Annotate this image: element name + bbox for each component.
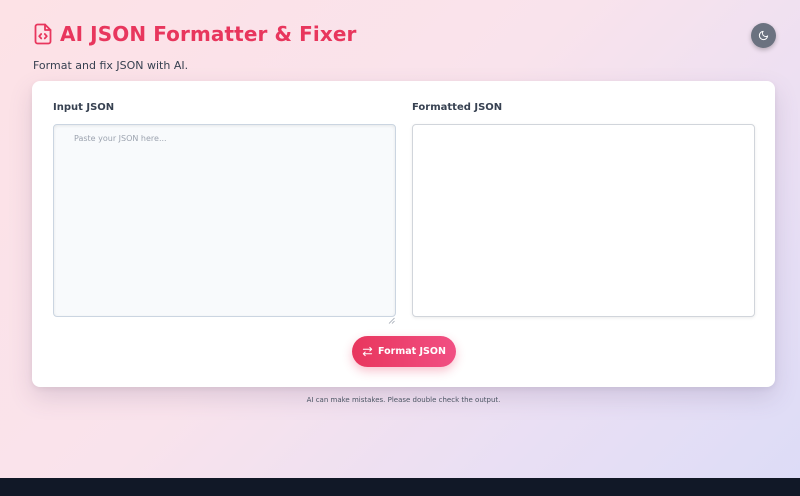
formatted-json-output[interactable] <box>412 124 755 317</box>
page-subtitle: Format and fix JSON with AI. <box>33 59 189 72</box>
json-input-field[interactable] <box>53 124 396 317</box>
ai-disclaimer: AI can make mistakes. Please double chec… <box>306 396 501 404</box>
app-header: AI JSON Formatter & Fixer <box>33 22 356 46</box>
formatter-card: Input JSON Formatted JSON Format JSON <box>32 81 775 387</box>
formatted-json-label: Formatted JSON <box>412 102 503 113</box>
format-json-button[interactable]: Format JSON <box>352 336 456 367</box>
theme-toggle-button[interactable] <box>751 23 776 48</box>
format-json-label: Format JSON <box>378 346 446 357</box>
footer-bar <box>0 478 800 496</box>
swap-arrows-icon <box>362 346 373 357</box>
moon-icon <box>758 30 769 41</box>
resize-handle-icon[interactable] <box>388 309 395 324</box>
input-json-label: Input JSON <box>53 102 115 113</box>
page-title: AI JSON Formatter & Fixer <box>60 22 357 46</box>
file-code-icon <box>33 22 53 46</box>
